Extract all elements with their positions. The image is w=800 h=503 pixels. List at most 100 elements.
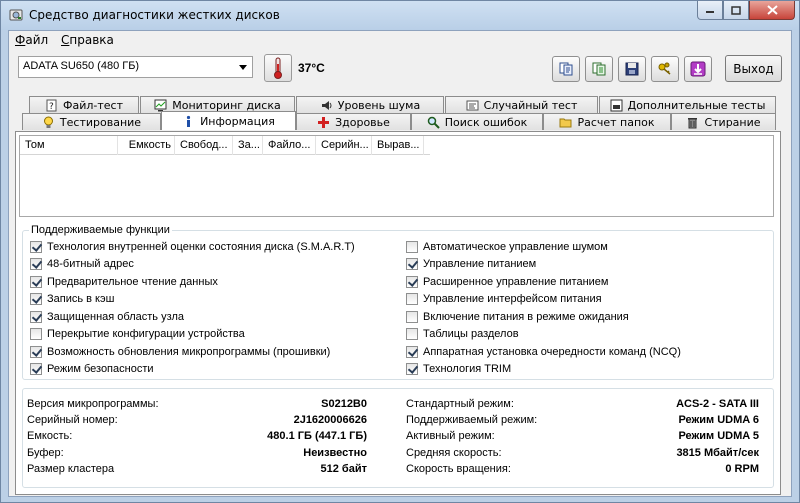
feature-checkbox-row[interactable]: Возможность обновления микропрограммы (п…	[30, 344, 330, 359]
info-icon	[186, 115, 191, 127]
column-occupied[interactable]: За...	[233, 136, 263, 155]
feature-label: Защищенная область узла	[47, 310, 185, 323]
feature-checkbox-row[interactable]: Аппаратная установка очередности команд …	[406, 344, 681, 359]
column-serial[interactable]: Серийн...	[316, 136, 372, 155]
window-title: Средство диагностики жестких дисков	[29, 8, 280, 22]
app-disk-icon	[9, 9, 23, 21]
chevron-down-icon	[239, 65, 247, 70]
feature-label: Возможность обновления микропрограммы (п…	[47, 345, 331, 358]
feature-checkbox-row[interactable]: Предварительное чтение данных	[30, 274, 218, 289]
monitor-chart-icon	[154, 99, 167, 111]
copy-icon	[559, 62, 573, 76]
health-cross-icon	[318, 116, 330, 128]
tab-erase[interactable]: Стирание	[671, 113, 776, 130]
info-value: S0212B0	[321, 398, 367, 410]
thermometer-icon	[274, 57, 282, 79]
checkbox-checked[interactable]	[406, 258, 418, 270]
feature-label: Технология TRIM	[423, 363, 512, 375]
checkbox-checked[interactable]	[30, 293, 42, 305]
checkbox-unchecked[interactable]	[30, 328, 42, 340]
title-bar[interactable]: Средство диагностики жестких дисков	[1, 1, 799, 30]
feature-label: Запись в кэш	[47, 293, 115, 305]
feature-checkbox-row[interactable]: Запись в кэш	[30, 292, 114, 307]
floppy-save-icon	[625, 62, 639, 76]
volumes-table[interactable]: Том Емкость Свобод... За... Файло... Сер…	[19, 135, 774, 217]
info-value: 512 байт	[320, 462, 367, 475]
checkbox-checked[interactable]	[406, 275, 418, 288]
info-label: Емкость:	[27, 430, 73, 443]
feature-checkbox-row[interactable]: Режим безопасности	[30, 362, 154, 377]
feature-checkbox-row[interactable]: Расширенное управление питанием	[406, 274, 608, 289]
tab-testing[interactable]: Тестирование	[22, 113, 161, 130]
drive-select[interactable]: ADATA SU650 (480 ГБ)	[18, 56, 253, 78]
tab-label: Уровень шума	[337, 98, 421, 112]
checkbox-checked[interactable]	[30, 240, 42, 253]
checkbox-checked[interactable]	[30, 275, 42, 288]
checkbox-checked[interactable]	[30, 310, 42, 323]
feature-checkbox-row[interactable]: Технология TRIM	[406, 362, 511, 377]
tab-error-search[interactable]: Поиск ошибок	[411, 113, 543, 130]
extra-tests-icon	[610, 99, 623, 111]
toolbar: ADATA SU650 (480 ГБ) 37°C Выход	[9, 49, 791, 93]
menu-help-label: правка	[69, 33, 114, 47]
column-alignment[interactable]: Вырав...	[372, 136, 424, 155]
feature-checkbox-row[interactable]: 48-битный адрес	[30, 257, 134, 272]
checkbox-unchecked[interactable]	[406, 240, 418, 253]
save-button[interactable]	[618, 56, 646, 82]
feature-checkbox-row[interactable]: Управление интерфейсом питания	[406, 292, 602, 307]
maximize-button[interactable]	[723, 1, 749, 20]
feature-checkbox-row[interactable]: Управление питанием	[406, 257, 536, 272]
tab-file-test[interactable]: ? Файл-тест	[29, 96, 139, 113]
tab-health[interactable]: Здоровье	[296, 113, 411, 130]
information-page: Том Емкость Свобод... За... Файло... Сер…	[15, 131, 781, 495]
menu-help[interactable]: Справка	[61, 33, 114, 47]
column-filesystem[interactable]: Файло...	[263, 136, 316, 155]
menu-file[interactable]: Файл	[15, 33, 48, 47]
tab-noise-level[interactable]: Уровень шума	[296, 96, 444, 113]
checkbox-unchecked[interactable]	[406, 293, 418, 305]
column-capacity[interactable]: Емкость	[118, 136, 175, 155]
temperature-button[interactable]	[264, 54, 292, 82]
feature-checkbox-row[interactable]: Включение питания в режиме ожидания	[406, 309, 629, 324]
tab-information[interactable]: Информация	[161, 111, 296, 130]
tab-folder-calc[interactable]: Расчет папок	[543, 113, 671, 130]
svg-text:?: ?	[49, 102, 54, 112]
checkbox-checked[interactable]	[406, 345, 418, 358]
menu-file-accel: Ф	[15, 33, 26, 47]
column-free[interactable]: Свобод...	[175, 136, 233, 155]
tab-extra-tests[interactable]: Дополнительные тесты	[599, 96, 776, 113]
info-value: Режим UDMA 6	[678, 414, 759, 427]
feature-checkbox-row[interactable]: Защищенная область узла	[30, 309, 184, 324]
close-button[interactable]	[749, 1, 795, 20]
options-button[interactable]	[651, 56, 679, 82]
feature-checkbox-row[interactable]: Таблицы разделов	[406, 327, 519, 342]
checkbox-checked[interactable]	[30, 363, 42, 375]
feature-checkbox-row[interactable]: Технология внутренней оценки состояния д…	[30, 239, 355, 254]
feature-checkbox-row[interactable]: Автоматическое управление шумом	[406, 239, 608, 254]
tab-label: Здоровье	[335, 115, 390, 129]
minimize-button[interactable]	[697, 1, 723, 20]
checkbox-unchecked[interactable]	[406, 328, 418, 340]
download-button[interactable]	[684, 56, 712, 82]
info-value: Неизвестно	[303, 446, 367, 459]
checkbox-checked[interactable]	[30, 345, 42, 358]
feature-label: Перекрытие конфигурации устройства	[47, 328, 245, 340]
feature-label: Расширенное управление питанием	[423, 275, 609, 288]
feature-label: Управление интерфейсом питания	[423, 293, 602, 305]
info-value: 480.1 ГБ (447.1 ГБ)	[267, 430, 367, 443]
checkbox-unchecked[interactable]	[406, 310, 418, 323]
checkbox-checked[interactable]	[406, 363, 418, 375]
info-label: Серийный номер:	[27, 414, 118, 427]
export-button[interactable]	[585, 56, 613, 82]
column-volume[interactable]: Том	[20, 136, 118, 155]
exit-button[interactable]: Выход	[725, 55, 782, 82]
copy-button[interactable]	[552, 56, 580, 82]
feature-checkbox-row[interactable]: Перекрытие конфигурации устройства	[30, 327, 245, 342]
tab-label: Файл-тест	[63, 98, 123, 112]
tab-random-test[interactable]: Случайный тест	[445, 96, 598, 113]
feature-label: Автоматическое управление шумом	[423, 240, 608, 253]
feature-label: Предварительное чтение данных	[47, 275, 218, 288]
app-window: Средство диагностики жестких дисков Файл…	[0, 0, 800, 503]
checkbox-checked[interactable]	[30, 258, 42, 270]
folder-icon	[559, 118, 572, 127]
